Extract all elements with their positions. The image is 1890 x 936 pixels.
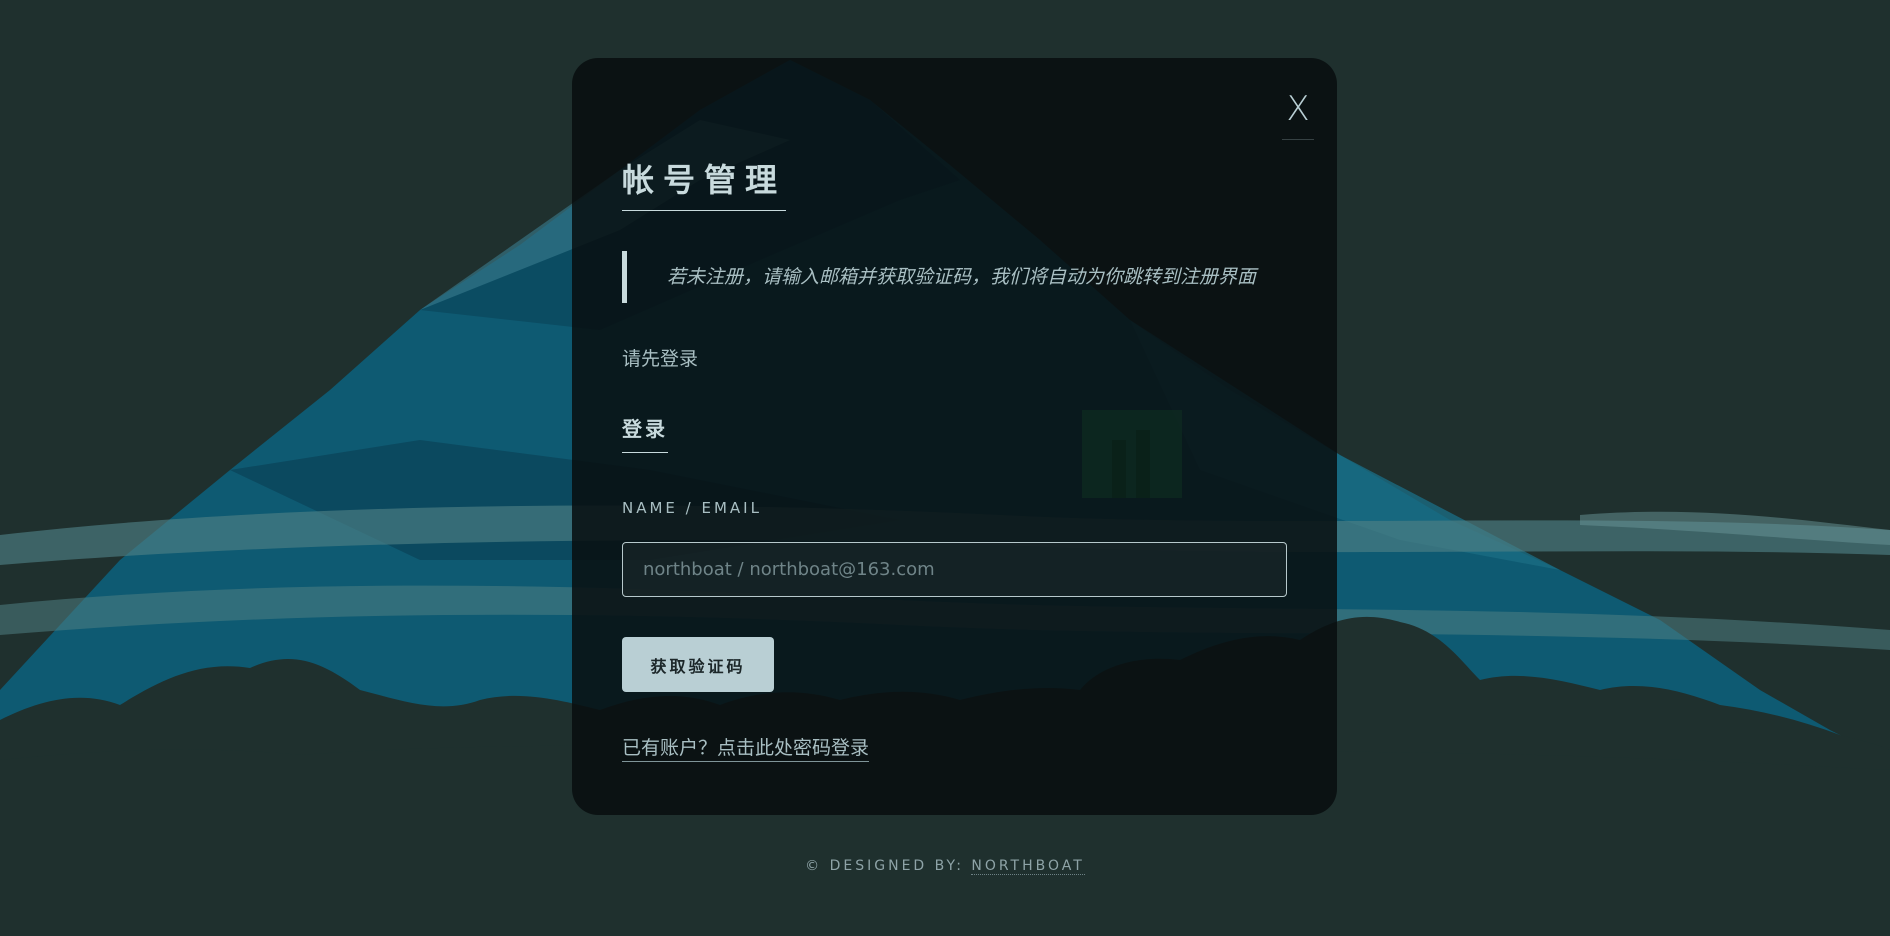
close-button[interactable]: X <box>1282 86 1314 140</box>
account-management-modal: X 帐号管理 若未注册，请输入邮箱并获取验证码，我们将自动为你跳转到注册界面 请… <box>572 58 1337 815</box>
name-email-input[interactable] <box>622 542 1287 597</box>
registration-notice: 若未注册，请输入邮箱并获取验证码，我们将自动为你跳转到注册界面 <box>622 251 1287 303</box>
password-login-link[interactable]: 已有账户？点击此处密码登录 <box>622 735 870 762</box>
footer-author-link[interactable]: NORTHBOAT <box>971 858 1085 875</box>
page-title: 帐号管理 <box>622 160 787 211</box>
footer-credit-text: © DESIGNED BY: <box>805 858 972 874</box>
monitor-logo-icon <box>1082 410 1182 498</box>
footer: © DESIGNED BY: NORTHBOAT <box>0 857 1890 875</box>
login-prompt: 请先登录 <box>622 348 699 370</box>
get-verification-code-button[interactable]: 获取验证码 <box>622 637 774 692</box>
login-section-title: 登录 <box>622 416 668 453</box>
name-email-label: NAME / EMAIL <box>622 499 762 517</box>
registration-notice-text: 若未注册，请输入邮箱并获取验证码，我们将自动为你跳转到注册界面 <box>667 266 1257 288</box>
